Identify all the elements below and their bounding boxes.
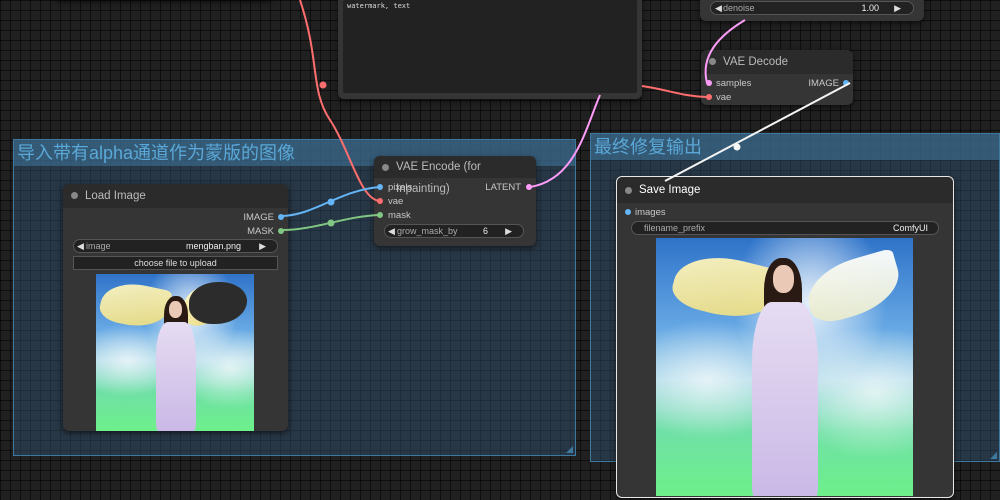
latent-link-to-decode [529, 94, 601, 188]
vae-link-to-encode [299, 0, 381, 202]
link-midpoint [319, 81, 327, 89]
vae-link-to-decode [641, 85, 708, 98]
image-link-to-save [664, 82, 851, 182]
link-midpoint [327, 219, 335, 227]
link-midpoint [327, 198, 335, 206]
link-midpoint [733, 143, 741, 151]
latent-link-top [704, 19, 746, 84]
link-layer [281, 0, 851, 231]
